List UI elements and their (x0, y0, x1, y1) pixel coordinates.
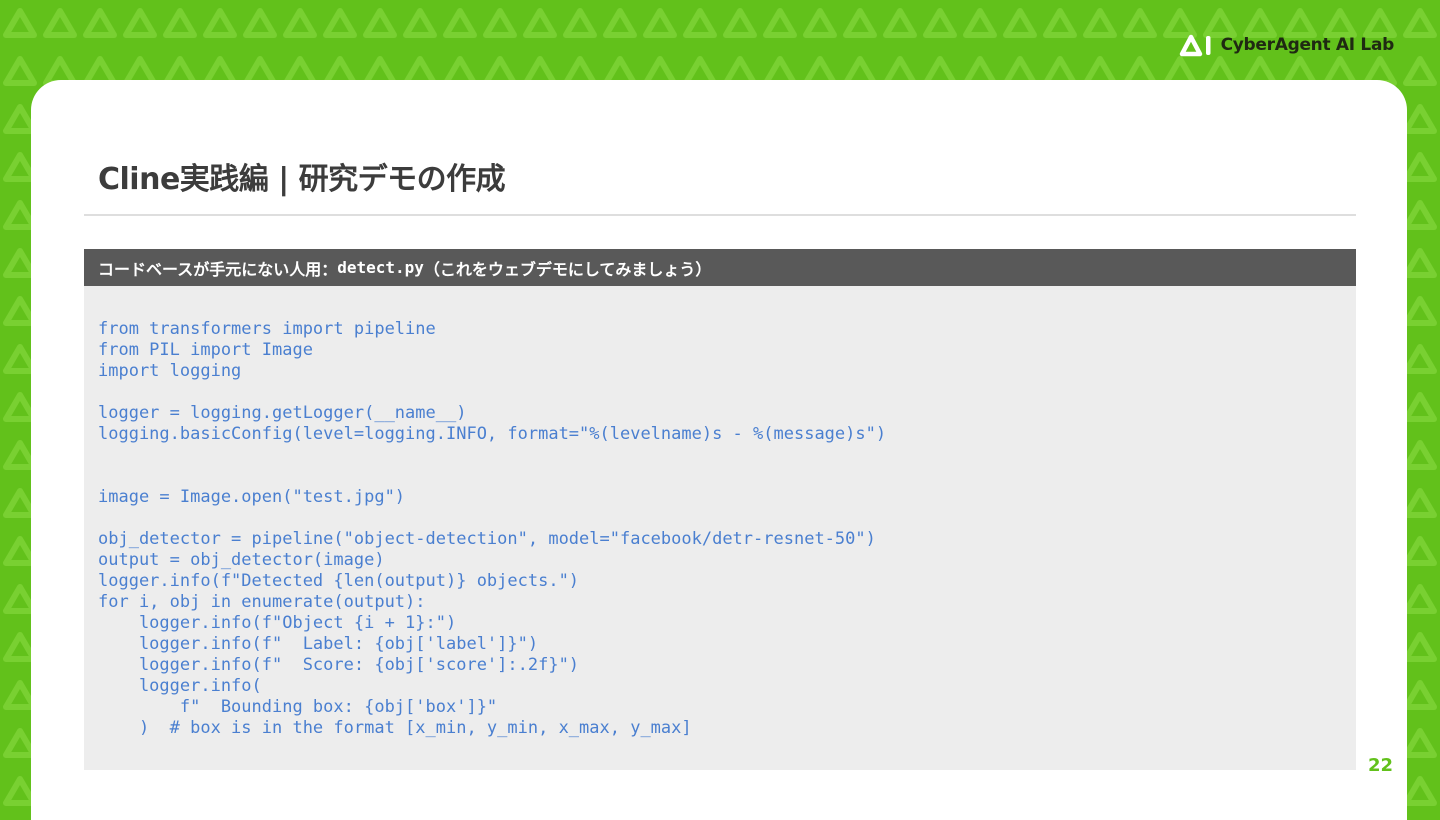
code-header-suffix: （これをウェブデモにしてみましょう） (423, 259, 712, 279)
slide-title: Cline実践編 | 研究デモの作成 (98, 162, 506, 197)
code-header-prefix: コードベースが手元にない人用： (98, 259, 338, 279)
code-line: import logging (98, 361, 242, 381)
cyberagent-ai-logo-icon (1179, 34, 1211, 57)
code-line: obj_detector = pipeline("object-detectio… (98, 529, 876, 549)
code-block: from transformers import pipeline from P… (84, 286, 1356, 770)
code-line: f" Bounding box: {obj['box']}" (98, 697, 498, 717)
code-line: logger = logging.getLogger(__name__) (98, 403, 467, 423)
code-line: logger.info(f"Object {i + 1}:") (98, 613, 457, 633)
code-line: logger.info(f" Label: {obj['label']}") (98, 634, 539, 654)
page-number: 22 (1367, 755, 1393, 776)
brand-logo: CyberAgent AI Lab (1179, 32, 1394, 58)
code-header-filename: detect.py (337, 258, 424, 277)
slide-card: Cline実践編 | 研究デモの作成 コードベースが手元にない人用： detec… (31, 80, 1407, 820)
code-line: logging.basicConfig(level=logging.INFO, … (98, 424, 887, 444)
code-line: output = obj_detector(image) (98, 550, 385, 570)
code-line: from PIL import Image (98, 340, 313, 360)
title-divider (84, 214, 1356, 216)
code-block-header: コードベースが手元にない人用： detect.py （これをウェブデモにしてみま… (84, 249, 1356, 286)
code-line: image = Image.open("test.jpg") (98, 487, 406, 507)
code-line: logger.info(f" Score: {obj['score']:.2f}… (98, 655, 580, 675)
code-line: logger.info( (98, 676, 262, 696)
code-line: ) # box is in the format [x_min, y_min, … (98, 718, 692, 738)
code-line: logger.info(f"Detected {len(output)} obj… (98, 571, 580, 591)
brand-name: CyberAgent AI Lab (1220, 35, 1395, 55)
code-line: for i, obj in enumerate(output): (98, 592, 426, 612)
code-line: from transformers import pipeline (98, 319, 436, 339)
